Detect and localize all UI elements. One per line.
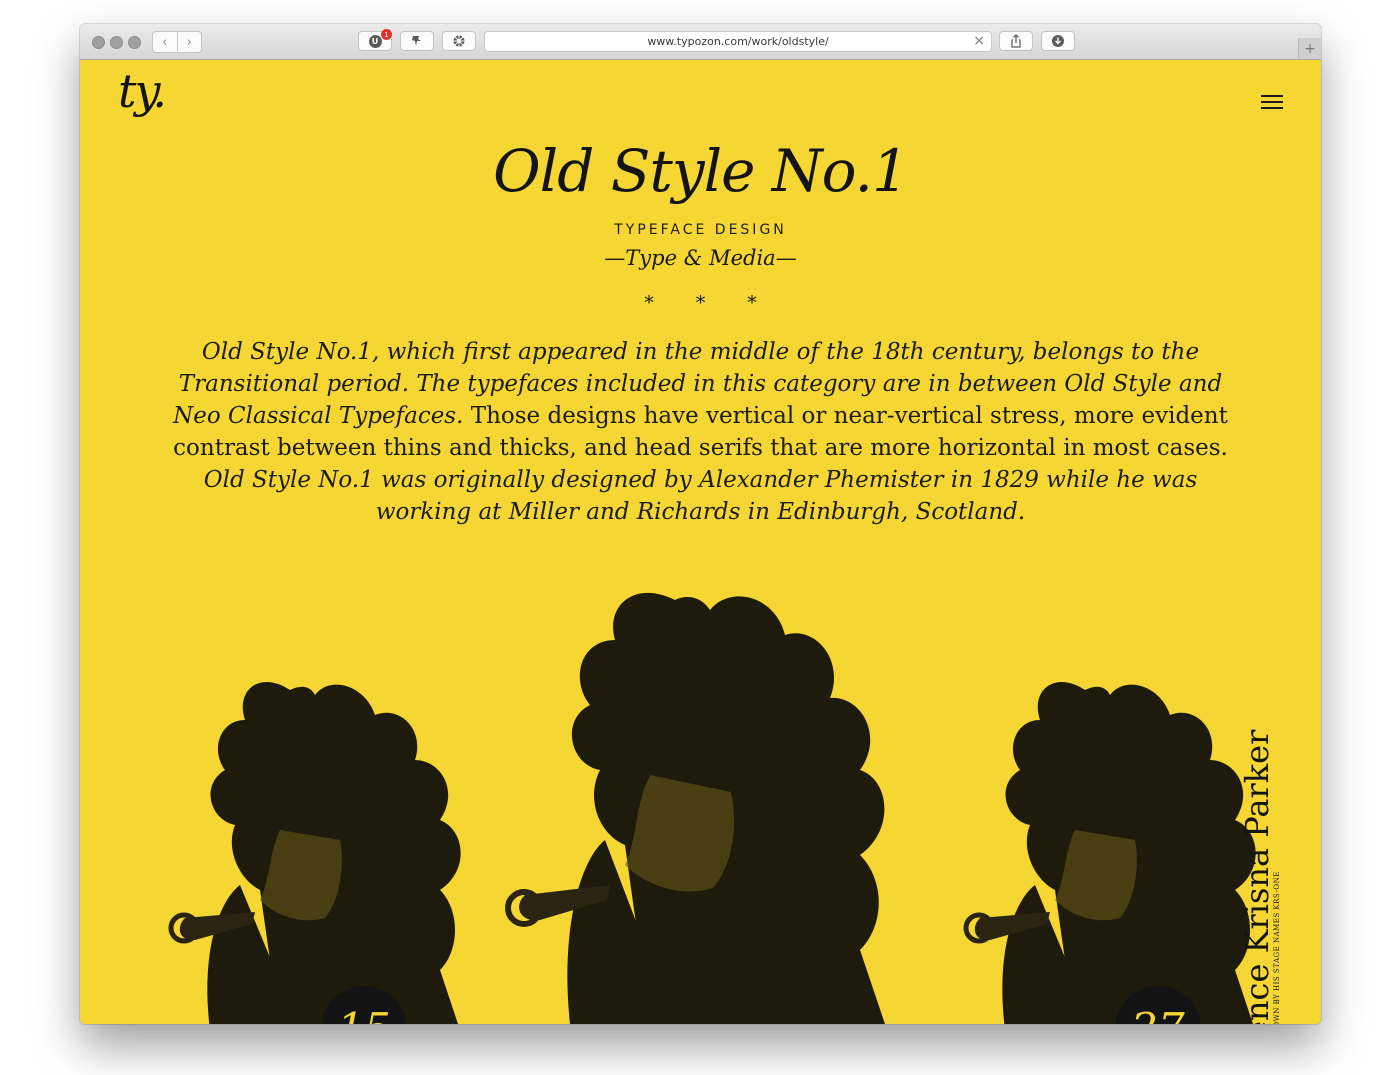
address-bar[interactable]: www.typozon.com/work/oldstyle/ ×	[484, 31, 992, 52]
pin-icon	[412, 36, 421, 46]
navigation-buttons: ‹ ›	[152, 31, 202, 53]
browser-toolbar: ‹ › U 1 www.typozon.com/work/oldstyle/ ×	[80, 24, 1321, 60]
site-logo[interactable]: ty.	[118, 64, 167, 118]
share-button[interactable]	[999, 31, 1033, 51]
gear-icon	[453, 35, 465, 47]
web-page: ty. Old Style No.1 TYPEFACE DESIGN —Type…	[80, 60, 1321, 1024]
project-description: Old Style No.1, which first appeared in …	[154, 336, 1247, 528]
asterisk-divider: * * *	[644, 292, 775, 314]
close-window-button[interactable]	[92, 36, 105, 49]
zoom-window-button[interactable]	[128, 36, 141, 49]
project-category: —Type & Media—	[604, 246, 797, 270]
page-title: Old Style No.1	[493, 137, 909, 205]
vertical-subtext: KNOWN BY HIS STAGE NAMES KRS-ONE	[1273, 871, 1281, 1024]
browser-window: ‹ › U 1 www.typozon.com/work/oldstyle/ ×	[80, 24, 1321, 1024]
minimize-window-button[interactable]	[110, 36, 123, 49]
share-icon	[1011, 34, 1021, 48]
downloads-button[interactable]	[1041, 31, 1075, 51]
close-icon[interactable]: ×	[973, 33, 985, 49]
plus-icon[interactable]: +	[1298, 38, 1321, 59]
description-italic-outro: Old Style No.1 was originally designed b…	[203, 467, 1198, 525]
vertical-name-text: ence Krisna Parker	[1238, 729, 1276, 1024]
portrait-illustration-left	[168, 681, 461, 1024]
extension-badge: 1	[381, 29, 392, 40]
portrait-illustration-center	[505, 592, 885, 1024]
ublock-icon: U	[368, 34, 382, 48]
forward-icon[interactable]: ›	[176, 32, 202, 52]
portrait-illustration-right	[963, 681, 1256, 1024]
settings-extension-button[interactable]	[442, 31, 476, 51]
download-icon	[1052, 35, 1064, 47]
pin-extension-button[interactable]	[400, 31, 434, 51]
url-text: www.typozon.com/work/oldstyle/	[647, 35, 829, 48]
hamburger-menu-icon[interactable]	[1261, 95, 1283, 109]
page-subtitle: TYPEFACE DESIGN	[614, 222, 787, 238]
ublock-extension-button[interactable]: U 1	[358, 29, 392, 51]
back-icon[interactable]: ‹	[153, 32, 177, 52]
